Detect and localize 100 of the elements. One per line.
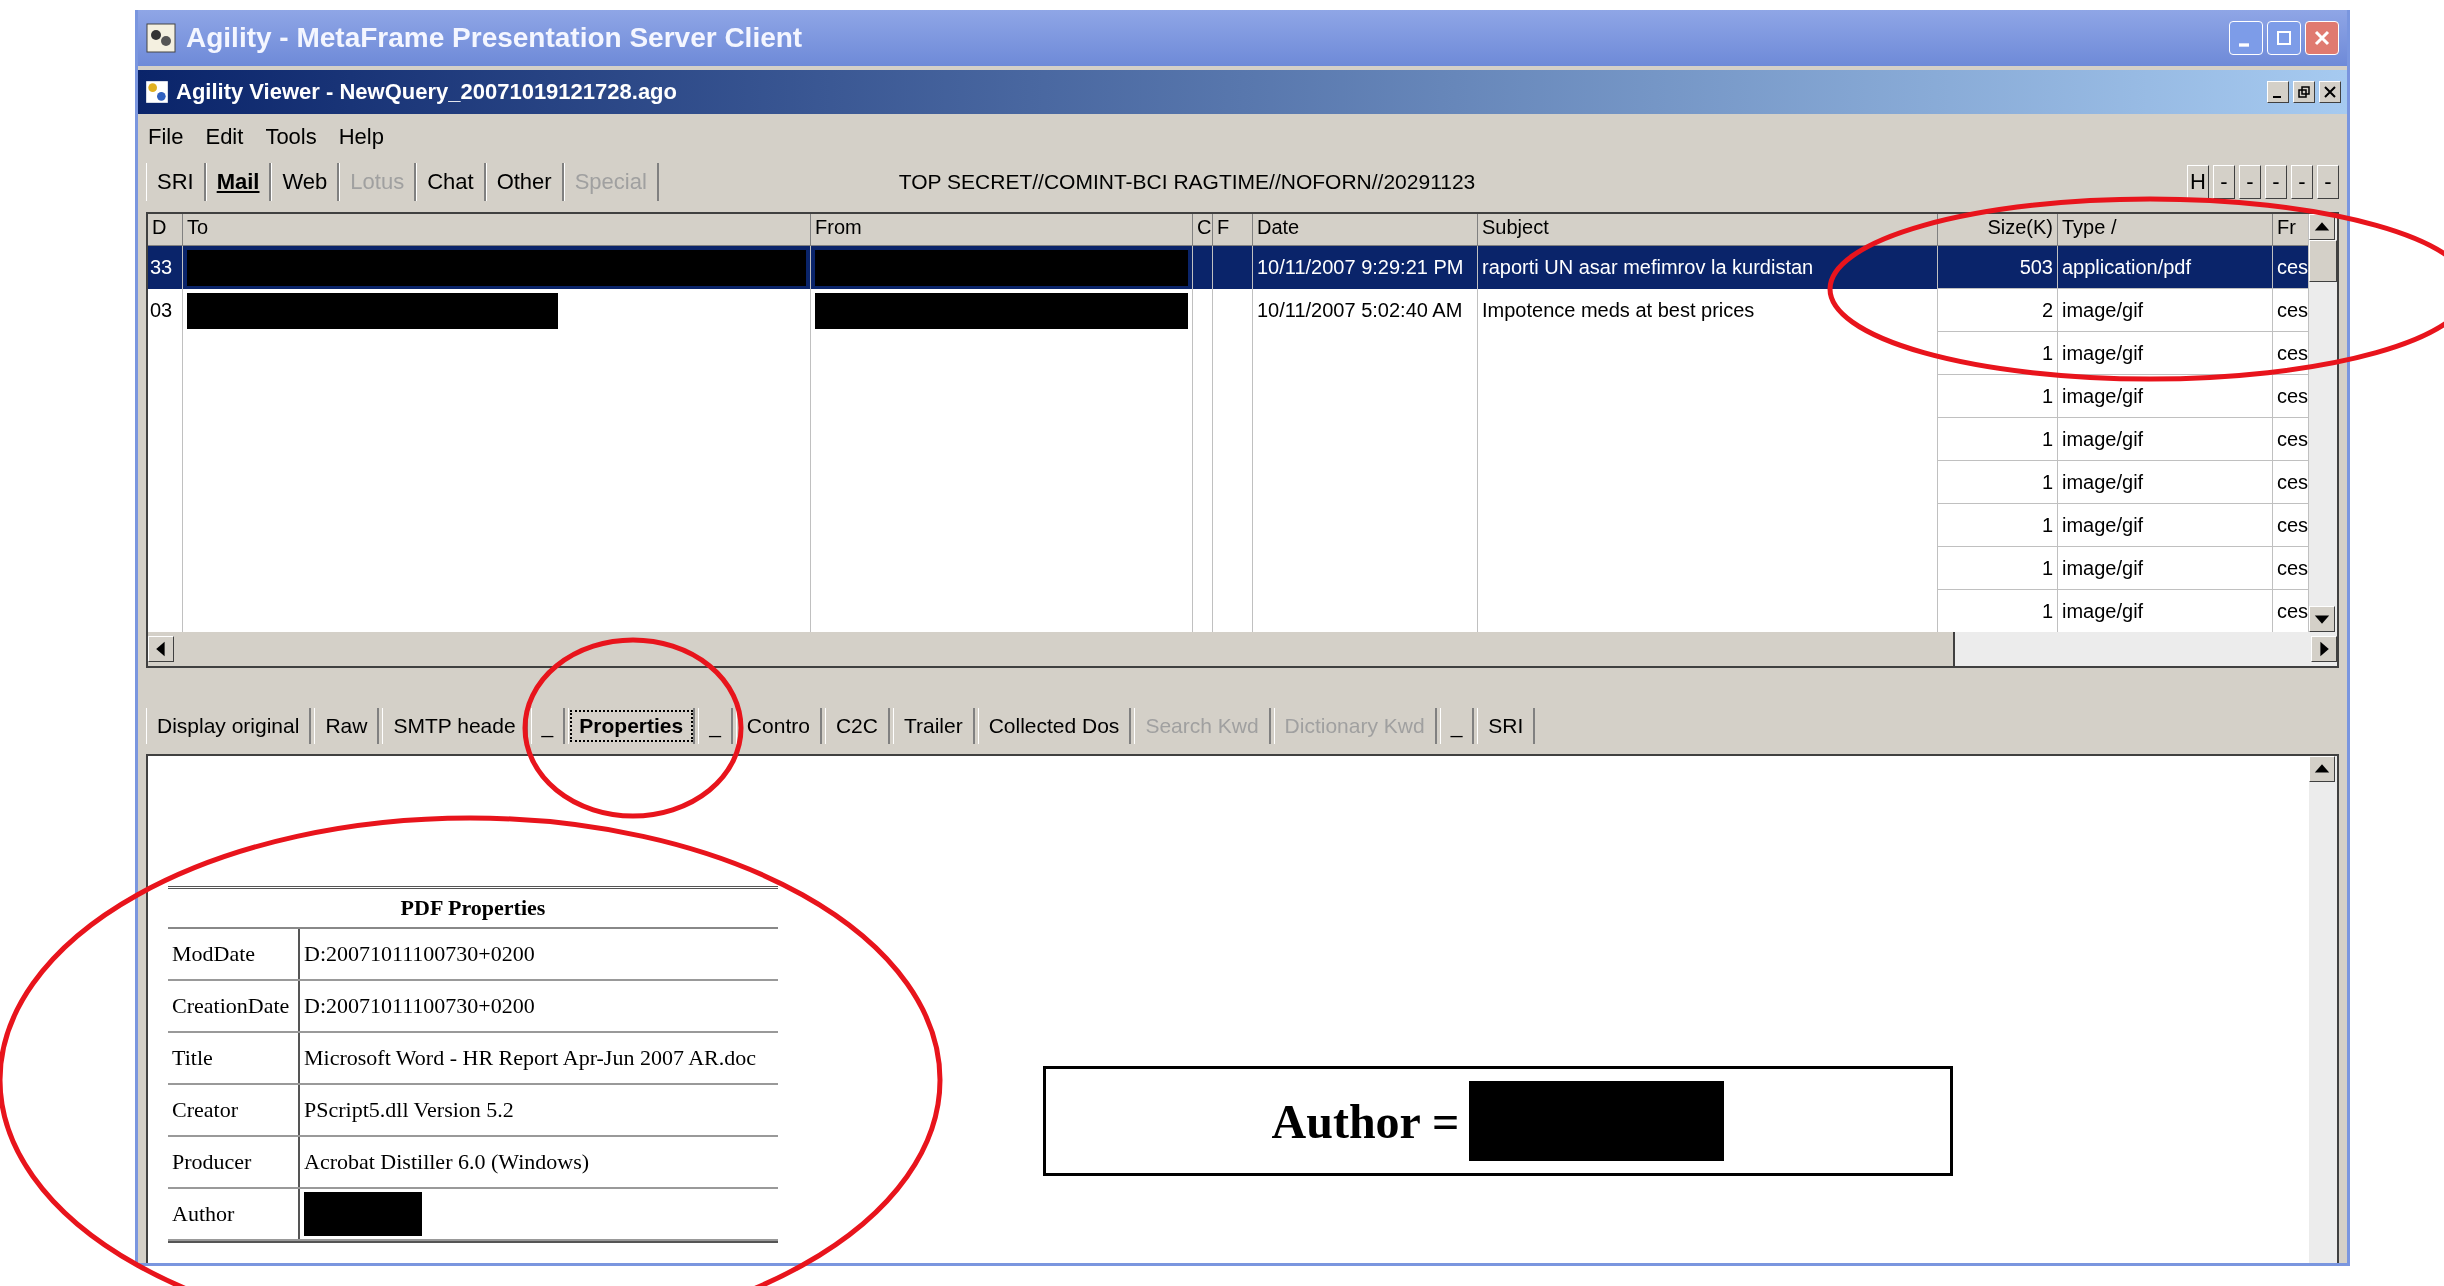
source-tab[interactable]: Web [271, 163, 340, 201]
size-cell: 503 [2019, 255, 2053, 279]
subject-cell: raporti UN asar mefimrov la kurdistan [1482, 256, 1814, 279]
view-tab[interactable]: Raw [314, 708, 380, 744]
callout-label: Author = [1271, 1093, 1460, 1149]
type-cell: image/gif [2062, 341, 2144, 365]
type-cell: image/gif [2062, 298, 2144, 322]
menu-item[interactable]: File [148, 124, 184, 150]
menu-item[interactable]: Help [338, 124, 384, 150]
view-tab[interactable]: Properties [568, 708, 696, 744]
classification-text: TOP SECRET//COMINT-BCI RAGTIME//NOFORN//20291123 [898, 170, 1476, 194]
toolbar-button[interactable]: - [2291, 165, 2313, 199]
table-cell: ces [2277, 599, 2309, 623]
minimize-icon [2239, 43, 2249, 47]
toolbar-button[interactable]: - [2317, 165, 2339, 199]
subject-cell: Impotence meds at best prices [1482, 299, 1755, 322]
close-button[interactable] [2319, 81, 2341, 103]
close-icon [2323, 85, 2337, 99]
table-cell: ces [2277, 255, 2309, 279]
size-cell: 1 [2041, 513, 2053, 537]
maximize-icon [2274, 28, 2294, 48]
table-cell: ces [2277, 298, 2309, 322]
scroll-up-icon[interactable] [2309, 214, 2336, 240]
table-row[interactable]: 03 10/11/2007 5:02:40 AM Impotence meds at best prices 2 image/gif ces [148, 289, 2309, 332]
scroll-thumb[interactable] [2309, 240, 2337, 282]
source-tab[interactable]: Other [485, 163, 564, 201]
property-name: Author [171, 1200, 236, 1228]
toolbar-button[interactable]: H [2187, 165, 2209, 199]
restore-button[interactable] [2293, 81, 2315, 103]
menu-item[interactable]: Edit [205, 124, 244, 150]
size-cell: 1 [2041, 427, 2053, 451]
scroll-down-icon[interactable] [2309, 606, 2336, 632]
horizontal-scrollbar[interactable] [148, 632, 1955, 666]
property-name: Title [171, 1044, 214, 1072]
table-cell: ces [2277, 384, 2309, 408]
property-name: Creator [171, 1096, 239, 1124]
table-cell: ces [2277, 470, 2309, 494]
table-cell: ces [2277, 556, 2309, 580]
maximize-button[interactable] [2267, 21, 2301, 55]
minimize-icon [2272, 96, 2281, 98]
app-icon [146, 23, 176, 53]
size-cell: 1 [2041, 341, 2053, 365]
menu-item[interactable]: Tools [265, 124, 317, 150]
type-cell: image/gif [2062, 513, 2144, 537]
table-cell: ces [2277, 427, 2309, 451]
view-tab[interactable]: _ [698, 708, 733, 744]
property-name: ModDate [171, 940, 257, 968]
date-cell: 10/11/2007 5:02:40 AM [1257, 299, 1463, 322]
window-title: Agility - MetaFrame Presentation Server Client [186, 22, 803, 54]
view-tab[interactable]: _ [530, 708, 566, 744]
size-cell: 1 [2041, 599, 2053, 623]
id-cell: 03 [150, 299, 173, 322]
view-tab[interactable]: C2C [824, 708, 890, 744]
properties-title: PDF Properties [168, 889, 778, 929]
type-cell: image/gif [2062, 470, 2144, 494]
type-cell: image/gif [2062, 384, 2144, 408]
size-cell: 2 [2041, 298, 2053, 322]
property-value: Microsoft Word - HR Report Apr-Jun 2007 AR.doc [304, 1045, 757, 1071]
table-cell: ces [2277, 341, 2309, 365]
property-value: PScript5.dll Version 5.2 [304, 1097, 514, 1123]
size-cell: 1 [2041, 470, 2053, 494]
toolbar-button[interactable]: - [2265, 165, 2287, 199]
source-tab[interactable]: Chat [416, 163, 486, 201]
type-cell: image/gif [2062, 427, 2144, 451]
size-cell: 1 [2041, 556, 2053, 580]
view-tab[interactable]: SMTP heade [382, 708, 528, 744]
viewer-icon [144, 79, 170, 105]
property-name: CreationDate [171, 992, 291, 1020]
viewer-title: Agility Viewer - NewQuery_20071019121728.ago [176, 79, 677, 105]
id-cell: 33 [150, 256, 173, 279]
type-cell: application/pdf [2062, 255, 2191, 279]
source-tab[interactable]: Mail [205, 163, 272, 201]
toolbar-button[interactable]: - [2239, 165, 2261, 199]
view-tab[interactable]: SRI [1477, 708, 1536, 744]
table-row[interactable]: 33 10/11/2007 9:29:21 PM raporti UN asar mefimrov la kurdistan 503 application/pdf ces [148, 246, 2309, 289]
scroll-right-icon[interactable] [2311, 636, 2337, 662]
toolbar-button[interactable]: - [2213, 165, 2235, 199]
close-icon [2312, 28, 2332, 48]
property-value: Acrobat Distiller 6.0 (Windows) [304, 1149, 590, 1175]
view-tab[interactable]: Display original [146, 708, 312, 744]
vertical-scrollbar[interactable] [2308, 214, 2337, 632]
type-cell: image/gif [2062, 556, 2144, 580]
property-name: Producer [171, 1148, 253, 1176]
date-cell: 10/11/2007 9:29:21 PM [1257, 256, 1464, 279]
property-value: D:20071011100730+0200 [304, 941, 535, 967]
source-tab[interactable]: SRI [146, 163, 206, 201]
type-cell: image/gif [2062, 599, 2144, 623]
view-tab[interactable]: Collected Dos [977, 708, 1132, 744]
scroll-up-icon[interactable] [2309, 756, 2335, 782]
vertical-scrollbar[interactable] [2309, 756, 2337, 1263]
size-cell: 1 [2041, 384, 2053, 408]
table-cell: ces [2277, 513, 2309, 537]
minimize-button[interactable] [2267, 81, 2289, 103]
view-tab[interactable]: Trailer [892, 708, 975, 744]
restore-icon [2297, 85, 2311, 99]
scroll-left-icon[interactable] [148, 636, 174, 662]
property-value: D:20071011100730+0200 [304, 993, 535, 1019]
horizontal-scrollbar[interactable] [1955, 632, 2337, 666]
view-tab[interactable]: Contro [735, 708, 822, 744]
view-tab[interactable]: _ [1439, 708, 1475, 744]
